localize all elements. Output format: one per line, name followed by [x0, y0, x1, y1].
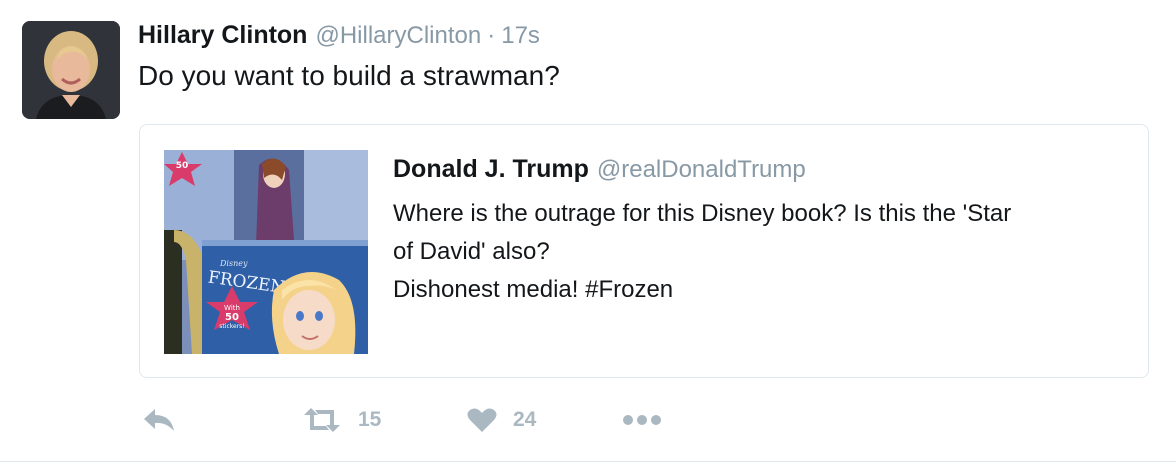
retweet-icon — [304, 408, 340, 432]
quoted-text-line: Dishonest media! #Frozen — [393, 276, 674, 303]
divider — [0, 461, 1176, 462]
quoted-text-line: Where is the outrage for this Disney boo… — [393, 200, 1012, 227]
svg-text:50: 50 — [176, 161, 189, 171]
author-handle[interactable]: @HillaryClinton — [315, 22, 481, 50]
frozen-book-image: 50 Disney FROZEN With 50 stickers! — [164, 150, 368, 354]
heart-icon — [467, 408, 497, 432]
like-count: 24 — [513, 408, 537, 431]
quoted-tweet-header: Donald J. Trump @realDonaldTrump — [393, 155, 806, 184]
tweet-text: Do you want to build a strawman? — [138, 60, 560, 91]
tweet-header: Hillary Clinton @HillaryClinton · 17s — [138, 21, 540, 55]
separator: · — [487, 22, 496, 49]
svg-text:stickers!: stickers! — [219, 323, 244, 330]
retweet-count: 15 — [358, 408, 382, 431]
tweet: Hillary Clinton @HillaryClinton · 17s Do… — [0, 0, 1176, 464]
avatar[interactable] — [22, 21, 120, 119]
more-icon — [623, 415, 661, 425]
svg-text:50: 50 — [225, 312, 239, 323]
avatar-photo — [22, 21, 120, 119]
quoted-author-name[interactable]: Donald J. Trump — [393, 155, 589, 184]
retweet-button[interactable]: 15 — [302, 407, 381, 433]
author-name[interactable]: Hillary Clinton — [138, 21, 307, 50]
quoted-author-handle[interactable]: @realDonaldTrump — [597, 156, 806, 184]
quoted-text-line: of David' also? — [393, 238, 550, 265]
reply-icon — [144, 409, 174, 431]
quoted-tweet-image[interactable]: 50 Disney FROZEN With 50 stickers! — [164, 150, 368, 354]
timestamp[interactable]: 17s — [501, 22, 540, 50]
quoted-tweet[interactable]: 50 Disney FROZEN With 50 stickers! Donal… — [139, 124, 1149, 378]
book-brand: Disney — [219, 259, 248, 268]
quoted-tweet-text: Where is the outrage for this Disney boo… — [393, 195, 1133, 309]
more-button[interactable] — [622, 414, 662, 426]
reply-button[interactable] — [142, 407, 176, 433]
like-button[interactable]: 24 — [467, 407, 536, 433]
svg-text:With: With — [224, 304, 240, 312]
